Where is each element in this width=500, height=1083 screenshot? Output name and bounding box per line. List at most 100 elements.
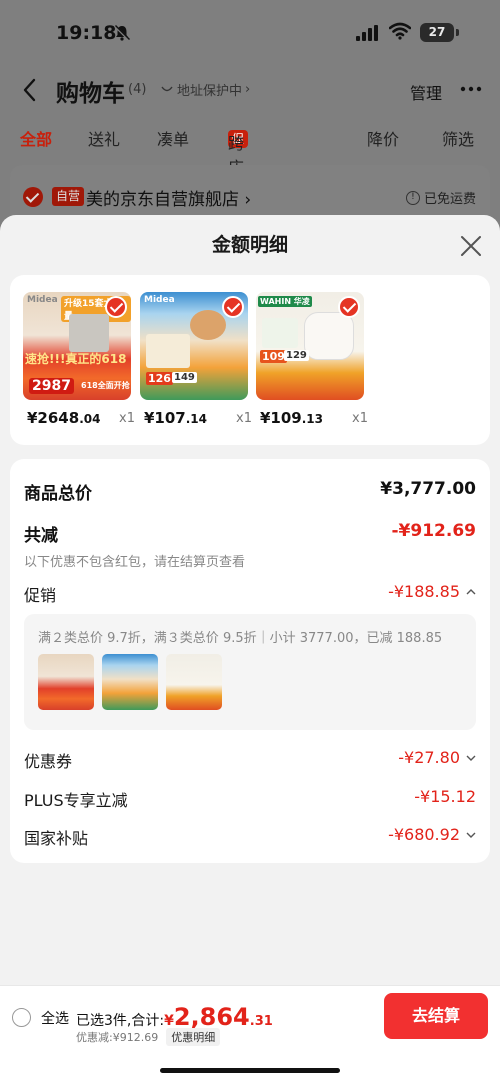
promo-text: 速抢!!!真正的618 <box>25 352 127 366</box>
price-integer: ¥107 <box>144 409 186 427</box>
art-price2-text: 149 <box>172 372 197 383</box>
product-price: ¥109.13 <box>260 409 323 427</box>
tab-filter[interactable]: 筛选 <box>442 126 474 150</box>
tab-gift[interactable]: 送礼 <box>88 126 120 150</box>
coupon-label: 优惠券 <box>24 752 73 771</box>
wifi-icon <box>389 22 411 40</box>
kettle-shape <box>190 310 226 340</box>
total-value: ¥3,777.00 <box>380 479 476 499</box>
promo-detail-text: 满２类总价 9.7折，满３类总价 9.5折｜小计 3777.00，已减 188.… <box>38 631 443 646</box>
product-quantity: x1 <box>352 411 368 426</box>
promo-value: -¥188.85 <box>388 582 460 601</box>
total-row: 商品总价 ¥3,777.00 <box>24 479 476 504</box>
info-icon: ! <box>405 190 420 205</box>
close-icon[interactable] <box>460 235 482 257</box>
product-quantity: x1 <box>119 411 135 426</box>
feature-list-shape <box>146 334 190 368</box>
cellular-signal-icon <box>356 25 378 41</box>
page-title: 购物车 <box>56 81 125 107</box>
cart-item-count: (4) <box>128 82 147 97</box>
selected-count-text: 已选3件,合计: <box>76 1013 165 1029</box>
subsidy-row[interactable]: 国家补贴 -¥680.92 <box>24 825 476 849</box>
shipping-status: ! 已免运费 <box>405 188 476 207</box>
chevron-down-icon <box>466 755 476 761</box>
chevron-left-icon[interactable] <box>22 78 38 102</box>
checkout-bar: 全选 已选3件,合计:¥2,864.31 优惠减:¥912.69 优惠明细 去结… <box>0 985 500 1083</box>
product-price: ¥107.14 <box>144 409 207 427</box>
order-summary: 已选3件,合计:¥2,864.31 <box>76 1003 273 1031</box>
promo-product-thumbnail <box>102 654 158 710</box>
cart-header: 购物车 (4) 地址保护中 › 管理 <box>0 68 500 112</box>
promo-row[interactable]: 促销 -¥188.85 <box>24 582 476 606</box>
subsidy-label: 国家补贴 <box>24 829 89 848</box>
selected-check-icon <box>105 296 127 318</box>
price-breakdown-card: 商品总价 ¥3,777.00 共减 -¥912.69 以下优惠不包含红包，请在结… <box>10 459 490 863</box>
manage-button[interactable]: 管理 <box>410 80 442 104</box>
store-name-label: 美的京东自营旗舰店 <box>86 190 239 210</box>
product-price: ¥2648.04 <box>27 409 100 427</box>
store-checkbox[interactable] <box>23 187 43 207</box>
promo-product-thumbnail <box>166 654 222 710</box>
product-item[interactable]: Midea 升级15套大容量 速抢!!!真正的618 2987 618全面开抢 … <box>23 292 135 427</box>
total-integer: 2,864 <box>173 1003 250 1031</box>
art-price-text: 109 <box>260 350 287 363</box>
feature-list-shape <box>262 318 298 348</box>
plus-value: -¥15.12 <box>414 787 476 806</box>
store-name[interactable]: 美的京东自营旗舰店 › <box>86 185 251 210</box>
more-icon[interactable] <box>460 86 482 92</box>
product-item[interactable]: WAHIN 华凌 109 129 ¥109.13 x1 <box>256 292 368 427</box>
tab-price-drop[interactable]: 降价 <box>367 126 399 150</box>
reduce-value: -¥912.69 <box>391 521 477 541</box>
reduce-label: 共减 <box>24 526 58 546</box>
select-all-label[interactable]: 全选 <box>41 1008 69 1028</box>
plus-label: PLUS专享立减 <box>24 791 128 810</box>
brand-text: WAHIN 华凌 <box>258 296 312 307</box>
price-decimal: .04 <box>79 412 101 426</box>
battery-indicator: 27 <box>420 23 459 42</box>
total-amount: ¥2,864.31 <box>164 1003 273 1031</box>
chevron-right-icon: › <box>245 82 251 97</box>
rice-cooker-shape <box>304 312 354 360</box>
checkout-button[interactable]: 去结算 <box>384 993 488 1039</box>
self-operated-badge: 自营 <box>52 187 85 206</box>
address-protect-link[interactable]: 地址保护中 › <box>160 80 250 99</box>
art-price2-text: 129 <box>284 350 309 361</box>
reduce-note: 以下优惠不包含红包，请在结算页查看 <box>24 555 246 570</box>
total-currency: ¥ <box>164 1013 174 1029</box>
status-bar: 19:18 27 <box>0 0 500 68</box>
plus-row: PLUS专享立减 -¥15.12 <box>24 787 476 811</box>
promo-detail-box: 满２类总价 9.7折，满３类总价 9.5折｜小计 3777.00，已减 188.… <box>24 614 476 730</box>
sheet-title: 金额明细 <box>211 234 288 256</box>
cart-filter-tabs: 全部 送礼 凑单 促跨店满减 降价 筛选 <box>0 122 500 225</box>
tab-all[interactable]: 全部 <box>20 126 52 150</box>
product-item[interactable]: Midea 126 149 ¥107.14 x1 <box>140 292 252 427</box>
tab-bundle[interactable]: 凑单 <box>157 126 189 150</box>
chevron-down-icon <box>466 832 476 838</box>
selected-products-card: Midea 升级15套大容量 速抢!!!真正的618 2987 618全面开抢 … <box>10 275 490 445</box>
discount-detail-link[interactable]: 优惠明细 <box>166 1028 221 1046</box>
appliance-shape <box>69 314 109 352</box>
price-integer: ¥2648 <box>27 409 80 427</box>
shield-smile-icon <box>161 86 173 91</box>
status-time: 19:18 <box>56 22 117 44</box>
promo-product-thumbnail <box>38 654 94 710</box>
brand-text: Midea <box>27 295 58 305</box>
price-integer: ¥109 <box>260 409 302 427</box>
total-decimal: .31 <box>249 1014 273 1029</box>
home-indicator <box>160 1068 340 1073</box>
subsidy-value: -¥680.92 <box>388 825 460 844</box>
art-price-text: 2987 <box>29 378 74 394</box>
price-decimal: .14 <box>185 412 208 426</box>
coupon-row[interactable]: 优惠券 -¥27.80 <box>24 748 476 772</box>
chevron-up-icon <box>466 589 476 595</box>
discount-summary: 优惠减:¥912.69 优惠明细 <box>76 1028 221 1046</box>
total-label: 商品总价 <box>24 484 92 504</box>
art-tag-text: 618全面开抢 <box>81 381 130 390</box>
address-protect-label: 地址保护中 <box>177 84 243 99</box>
brand-text: Midea <box>144 295 175 305</box>
select-all-radio[interactable] <box>12 1008 31 1027</box>
promo-label: 促销 <box>24 586 57 605</box>
art-price-text: 126 <box>146 372 173 385</box>
price-decimal: .13 <box>301 412 324 426</box>
reduce-row: 共减 -¥912.69 以下优惠不包含红包，请在结算页查看 <box>24 521 476 570</box>
